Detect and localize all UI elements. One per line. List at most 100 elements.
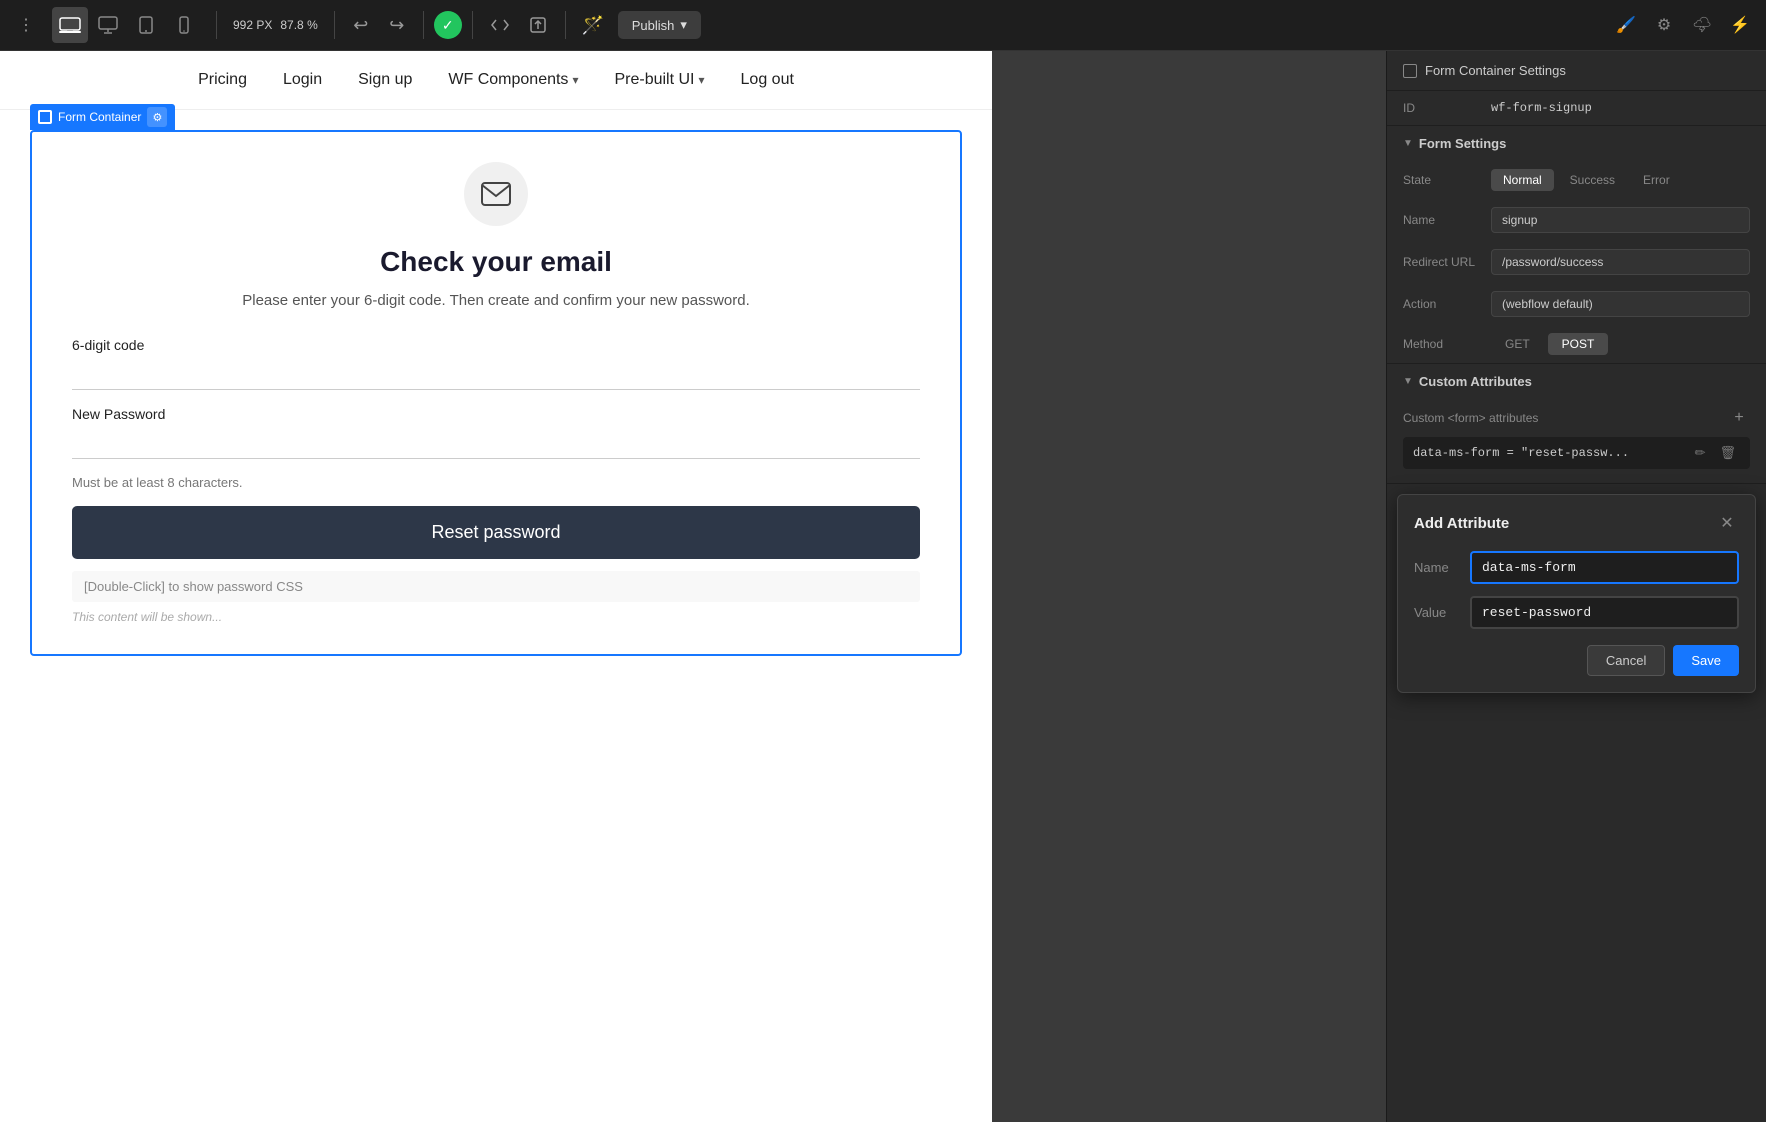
state-success-button[interactable]: Success [1558, 169, 1627, 191]
password-field: New Password [72, 406, 920, 459]
action-row: Action [1387, 283, 1766, 325]
popup-cancel-button[interactable]: Cancel [1587, 645, 1665, 676]
form-settings-section: ▼ Form Settings State Normal Success Err… [1387, 126, 1766, 364]
custom-attr-section: Custom <form> attributes + data-ms-form … [1387, 399, 1766, 483]
prebuilt-ui-chevron-icon: ▾ [699, 73, 705, 87]
redo-button[interactable]: ↪ [381, 9, 413, 41]
action-input[interactable] [1491, 291, 1750, 317]
reset-password-button[interactable]: Reset password [72, 506, 920, 559]
toolbar-divider-1 [216, 11, 217, 39]
tablet-device-icon[interactable] [128, 7, 164, 43]
form-container-label-text: Form Container [58, 110, 141, 124]
custom-attributes-arrow-icon: ▼ [1403, 376, 1413, 387]
brush-icon[interactable]: 🖌️ [1608, 7, 1644, 43]
publish-button[interactable]: Publish ▾ [618, 11, 701, 39]
nav-signup[interactable]: Sign up [358, 71, 412, 89]
toolbar-divider-2 [334, 11, 335, 39]
nav-login[interactable]: Login [283, 71, 322, 89]
password-field-label: New Password [72, 406, 920, 422]
custom-attributes-header[interactable]: ▼ Custom Attributes [1387, 364, 1766, 399]
popup-name-label: Name [1414, 560, 1458, 575]
attr-item-text: data-ms-form = "reset-passw... [1413, 446, 1685, 460]
custom-attributes-section: ▼ Custom Attributes Custom <form> attrib… [1387, 364, 1766, 484]
email-icon-circle [464, 162, 528, 226]
method-buttons: GET POST [1491, 333, 1608, 355]
status-check-icon: ✓ [434, 11, 462, 39]
custom-attr-header: Custom <form> attributes + [1403, 407, 1750, 429]
magic-wand-icon[interactable]: 🪄 [576, 8, 610, 42]
method-row: Method GET POST [1387, 325, 1766, 363]
zap-icon[interactable]: ⚡ [1722, 7, 1758, 43]
popup-save-button[interactable]: Save [1673, 645, 1739, 676]
form-container-gear-icon[interactable]: ⚙ [147, 107, 167, 127]
state-error-button[interactable]: Error [1631, 169, 1682, 191]
laptop-device-icon[interactable] [52, 7, 88, 43]
action-label: Action [1403, 297, 1483, 311]
form-settings-header[interactable]: ▼ Form Settings [1387, 126, 1766, 161]
form-title: Check your email [72, 246, 920, 278]
name-input[interactable] [1491, 207, 1750, 233]
toolbar-divider-3 [423, 11, 424, 39]
state-normal-button[interactable]: Normal [1491, 169, 1554, 191]
code-input[interactable] [72, 357, 920, 381]
toolbar-divider-4 [472, 11, 473, 39]
redirect-input[interactable] [1491, 249, 1750, 275]
mobile-device-icon[interactable] [166, 7, 202, 43]
popup-name-input[interactable] [1470, 551, 1739, 584]
code-editor-button[interactable] [483, 8, 517, 42]
popup-value-input[interactable] [1470, 596, 1739, 629]
add-attribute-plus-icon[interactable]: + [1728, 407, 1750, 429]
dots-menu-icon[interactable]: ⋮ [8, 7, 44, 43]
custom-form-attr-label: Custom <form> attributes [1403, 411, 1538, 425]
attr-delete-icon[interactable]: 🗑 [1715, 443, 1740, 463]
form-box: Check your email Please enter your 6-dig… [30, 130, 962, 656]
form-container-settings-checkbox[interactable] [1403, 64, 1417, 78]
toolbar: ⋮ [0, 0, 1766, 51]
attr-edit-icon[interactable]: ✏ [1691, 443, 1710, 463]
state-row: State Normal Success Error [1387, 161, 1766, 199]
nav-pricing[interactable]: Pricing [198, 71, 247, 89]
panel-form-container-settings: Form Container Settings [1387, 51, 1766, 91]
name-row: Name [1387, 199, 1766, 241]
popup-actions: Cancel Save [1414, 645, 1739, 676]
state-buttons: Normal Success Error [1491, 169, 1682, 191]
popup-close-button[interactable]: ✕ [1715, 511, 1739, 535]
method-post-button[interactable]: POST [1548, 333, 1609, 355]
wf-components-chevron-icon: ▾ [572, 73, 578, 87]
main-area: Pricing Login Sign up WF Components ▾ Pr… [0, 51, 1766, 1122]
form-settings-arrow-icon: ▼ [1403, 138, 1413, 149]
name-label: Name [1403, 213, 1483, 227]
popup-value-label: Value [1414, 605, 1458, 620]
right-toolbar: 🖌️ ⚙ 🌩 ⚡ [1608, 7, 1758, 43]
add-attribute-popup: Add Attribute ✕ Name Value Cancel Save [1397, 494, 1756, 693]
custom-attributes-title: Custom Attributes [1419, 374, 1532, 389]
popup-header: Add Attribute ✕ [1414, 511, 1739, 535]
gear-settings-icon[interactable]: ⚙ [1646, 7, 1682, 43]
bottom-hint: This content will be shown... [72, 610, 920, 624]
form-container-wrapper: Form Container ⚙ Check your email Please… [30, 130, 962, 656]
nav-prebuilt-ui[interactable]: Pre-built UI ▾ [614, 71, 704, 89]
export-button[interactable] [521, 8, 555, 42]
right-panel: Form Container Settings ID wf-form-signu… [1386, 51, 1766, 1122]
lightning-icon[interactable]: 🌩 [1684, 7, 1720, 43]
nav-wf-components[interactable]: WF Components ▾ [448, 71, 578, 89]
existing-attr-item: data-ms-form = "reset-passw... ✏ 🗑 [1403, 437, 1750, 469]
monitor-device-icon[interactable] [90, 7, 126, 43]
form-subtitle: Please enter your 6-digit code. Then cre… [72, 290, 920, 313]
size-info: 992 PX 87.8 % [233, 18, 318, 32]
password-input[interactable] [72, 426, 920, 450]
method-get-button[interactable]: GET [1491, 333, 1544, 355]
code-field-label: 6-digit code [72, 337, 920, 353]
canvas-width: 992 PX [233, 18, 272, 32]
redirect-row: Redirect URL [1387, 241, 1766, 283]
publish-label: Publish [632, 18, 675, 33]
form-container-label-bar: Form Container ⚙ [30, 104, 175, 130]
form-settings-title: Form Settings [1419, 136, 1506, 151]
canvas: Pricing Login Sign up WF Components ▾ Pr… [0, 51, 1386, 1122]
nav-logout[interactable]: Log out [741, 71, 794, 89]
undo-button[interactable]: ↩ [345, 9, 377, 41]
popup-title: Add Attribute [1414, 515, 1509, 532]
device-group [52, 7, 202, 43]
popup-value-field: Value [1414, 596, 1739, 629]
redirect-label: Redirect URL [1403, 255, 1483, 269]
